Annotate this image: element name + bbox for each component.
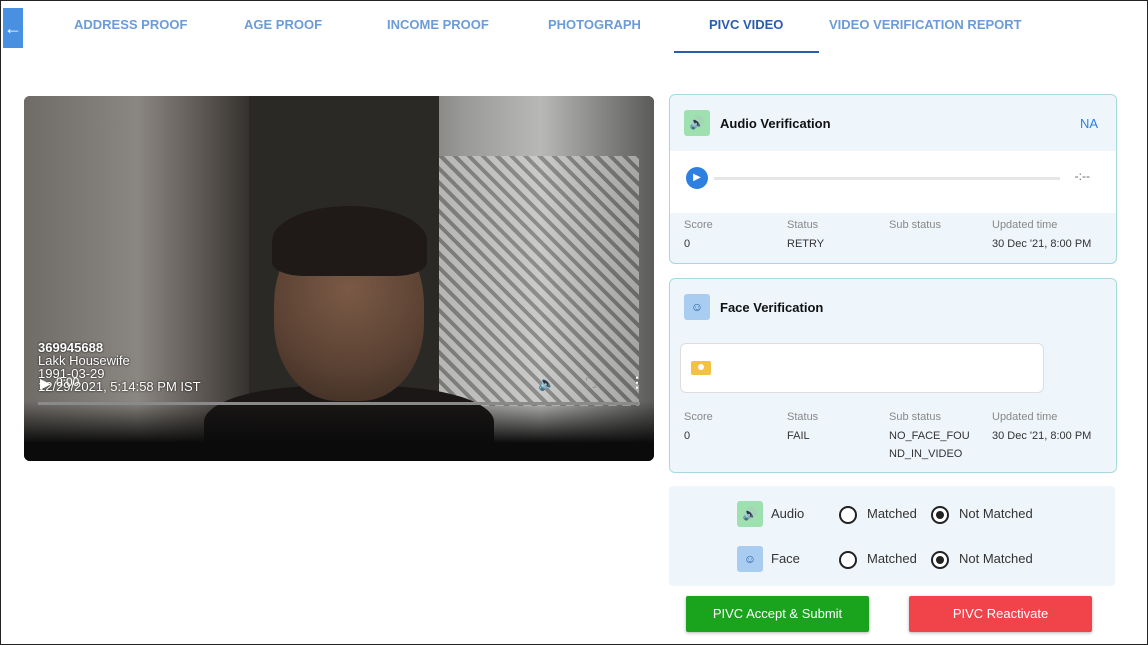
video-person-hair bbox=[272, 206, 427, 276]
audio-matched-label[interactable]: Matched bbox=[867, 506, 917, 521]
volume-icon[interactable]: 🔈 bbox=[538, 375, 555, 392]
audio-match-row: 🔊 Audio Matched Not Matched bbox=[669, 500, 1115, 530]
arrow-left-icon: ← bbox=[4, 18, 22, 38]
audio-sub-status-label: Sub status bbox=[889, 219, 941, 231]
audio-score-label: Score bbox=[684, 219, 713, 231]
face-verification-panel: ☺ Face Verification Score 0 Status FAIL … bbox=[669, 278, 1117, 473]
audio-verification-title: Audio Verification bbox=[720, 116, 831, 131]
face-preview-area bbox=[670, 335, 1116, 405]
current-time: 0:00 bbox=[56, 375, 80, 389]
face-verification-title: Face Verification bbox=[720, 300, 824, 315]
video-player[interactable]: 369945688 Lakk Housewife 1991-03-29 12/2… bbox=[24, 96, 654, 461]
face-sub-status-value-line2: ND_IN_VIDEO bbox=[889, 448, 963, 460]
pivc-reactivate-button[interactable]: PIVC Reactivate bbox=[909, 596, 1092, 632]
video-control-shade bbox=[24, 401, 654, 461]
tab-age-proof[interactable]: AGE PROOF bbox=[244, 6, 322, 46]
face-sub-status-value-line1: NO_FACE_FOU bbox=[889, 430, 970, 442]
face-sub-status-label: Sub status bbox=[889, 411, 941, 423]
smiley-face-icon: ☺ bbox=[684, 294, 710, 320]
video-progress-bar[interactable] bbox=[38, 402, 640, 405]
audio-not-matched-radio[interactable] bbox=[931, 506, 949, 524]
face-status-value: FAIL bbox=[787, 430, 810, 442]
face-match-row: ☺ Face Matched Not Matched bbox=[669, 545, 1115, 575]
audio-not-matched-label[interactable]: Not Matched bbox=[959, 506, 1033, 521]
audio-verification-panel: 🔊 Audio Verification NA ▶ -:-- Score 0 S… bbox=[669, 94, 1117, 264]
fullscreen-icon[interactable]: ⛶ bbox=[586, 375, 596, 392]
face-not-matched-radio[interactable] bbox=[931, 551, 949, 569]
audio-matched-radio[interactable] bbox=[839, 506, 857, 524]
match-selection-panel: 🔊 Audio Matched Not Matched ☺ Face Match… bbox=[669, 486, 1115, 586]
face-matched-label[interactable]: Matched bbox=[867, 551, 917, 566]
active-tab-indicator bbox=[674, 51, 819, 53]
audio-play-button[interactable]: ▶ bbox=[686, 167, 708, 189]
more-options-icon[interactable]: ⋮ bbox=[630, 374, 644, 391]
audio-status-value: RETRY bbox=[787, 238, 825, 250]
speaker-icon: 🔊 bbox=[684, 110, 710, 136]
audio-progress-bar[interactable] bbox=[714, 177, 1060, 180]
face-not-matched-label[interactable]: Not Matched bbox=[959, 551, 1033, 566]
face-meta: Score 0 Status FAIL Sub status NO_FACE_F… bbox=[670, 405, 1116, 471]
tab-address-proof[interactable]: ADDRESS PROOF bbox=[74, 6, 187, 46]
pivc-accept-submit-button[interactable]: PIVC Accept & Submit bbox=[686, 596, 869, 632]
face-matched-radio[interactable] bbox=[839, 551, 857, 569]
audio-player: ▶ -:-- bbox=[670, 151, 1116, 213]
tab-pivc-video[interactable]: PIVC VIDEO bbox=[709, 6, 783, 46]
video-background-wall bbox=[439, 156, 639, 406]
audio-match-label: Audio bbox=[771, 506, 805, 521]
tab-photograph[interactable]: PHOTOGRAPH bbox=[548, 6, 641, 46]
smiley-face-icon: ☺ bbox=[737, 546, 763, 572]
play-icon[interactable]: ▶ bbox=[40, 375, 51, 392]
tab-income-proof[interactable]: INCOME PROOF bbox=[387, 6, 489, 46]
audio-score-value: 0 bbox=[684, 238, 691, 250]
audio-time: -:-- bbox=[1074, 169, 1090, 183]
audio-updated-value: 30 Dec '21, 8:00 PM bbox=[992, 238, 1092, 250]
audio-updated-label: Updated time bbox=[992, 219, 1058, 231]
face-updated-label: Updated time bbox=[992, 411, 1058, 423]
speaker-icon: 🔊 bbox=[737, 501, 763, 527]
face-updated-value: 30 Dec '21, 8:00 PM bbox=[992, 430, 1092, 442]
id-card-icon bbox=[691, 361, 711, 375]
back-button[interactable]: ← bbox=[3, 8, 23, 48]
audio-status-label: Status bbox=[787, 219, 819, 231]
audio-result-badge: NA bbox=[1079, 116, 1098, 131]
face-status-label: Status bbox=[787, 411, 819, 423]
face-score-value: 0 bbox=[684, 430, 691, 442]
audio-meta: Score 0 Status RETRY Sub status Updated … bbox=[670, 213, 1116, 261]
face-score-label: Score bbox=[684, 411, 713, 423]
face-match-label: Face bbox=[771, 551, 800, 566]
face-preview-box bbox=[680, 343, 1044, 393]
tab-video-verification-report[interactable]: VIDEO VERIFICATION REPORT bbox=[829, 6, 1022, 46]
